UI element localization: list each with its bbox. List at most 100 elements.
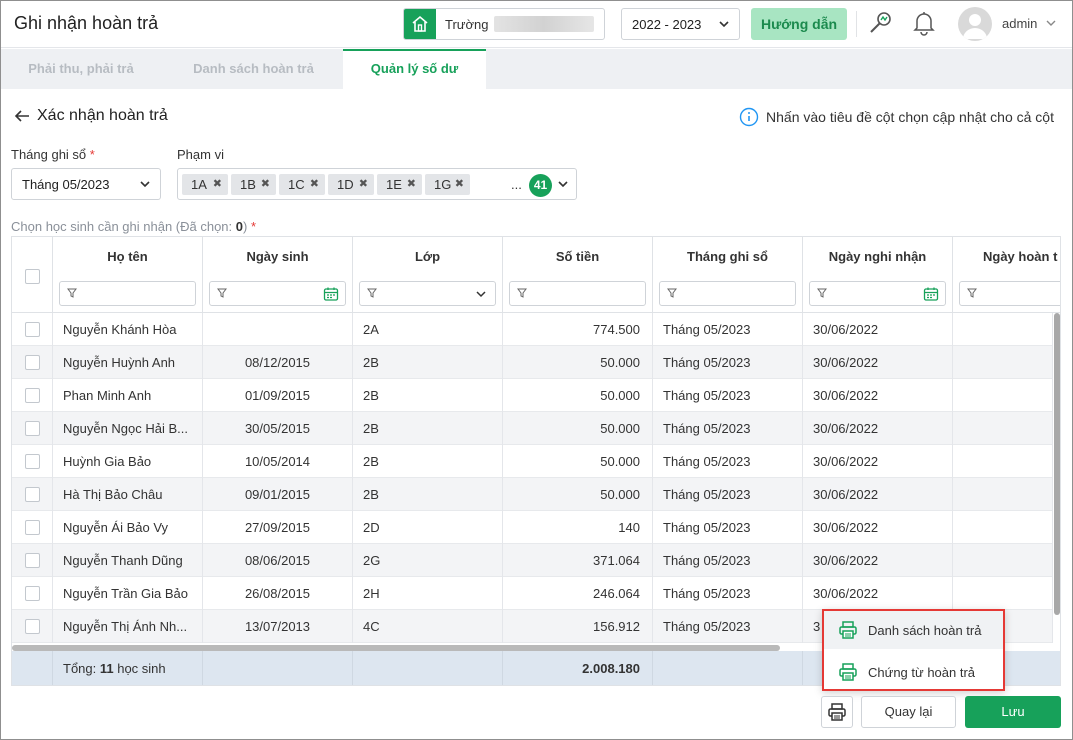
scope-chip[interactable]: 1B ✖ (231, 174, 276, 195)
avatar[interactable] (958, 7, 992, 41)
record-date-filter-input[interactable] (809, 281, 946, 306)
table-row[interactable]: Nguyễn Ái Bảo Vy 27/09/2015 2D 140 Tháng 05/… (12, 511, 1053, 544)
month-select[interactable]: Tháng 05/2023 (11, 168, 161, 200)
scope-chip[interactable]: 1A ✖ (182, 174, 228, 195)
scope-multiselect[interactable]: 1A ✖ 1B ✖ 1C ✖ 1D ✖ 1E ✖ 1G ✖ ... 41 (177, 168, 577, 200)
vertical-scrollbar[interactable] (1054, 313, 1060, 615)
column-month[interactable]: Tháng ghi sổ (653, 237, 803, 313)
column-dob[interactable]: Ngày sinh (203, 237, 353, 313)
row-checkbox[interactable] (24, 586, 40, 602)
guide-button[interactable]: Hướng dẫn (751, 8, 847, 40)
date-of-birth: 30/05/2015 (203, 412, 353, 445)
row-checkbox[interactable] (24, 322, 40, 338)
date-of-birth: 01/09/2015 (203, 379, 353, 412)
column-amount[interactable]: Số tiền (503, 237, 653, 313)
calendar-icon[interactable] (323, 286, 339, 302)
tab-receivables[interactable]: Phải thu, phải trả (1, 49, 161, 89)
save-button[interactable]: Lưu (965, 696, 1061, 728)
column-title[interactable]: Ngày hoàn t (953, 249, 1060, 264)
row-checkbox-cell (12, 544, 53, 577)
back-arrow-icon[interactable] (13, 107, 31, 125)
scope-chip[interactable]: 1E ✖ (377, 174, 422, 195)
row-checkbox[interactable] (24, 454, 40, 470)
search-tool-icon[interactable] (867, 9, 895, 37)
table-row[interactable]: Nguyễn Ngọc Hải B... 30/05/2015 2B 50.000 Th… (12, 412, 1053, 445)
user-name[interactable]: admin (1002, 16, 1037, 31)
table-row[interactable]: Huỳnh Gia Bảo 10/05/2014 2B 50.000 Tháng 05/… (12, 445, 1053, 478)
row-checkbox[interactable] (24, 355, 40, 371)
top-header: Ghi nhận hoàn trả Trường 2022 - 2023 Hướ… (1, 1, 1072, 48)
record-month: Tháng 05/2023 (653, 313, 803, 346)
student-name: Nguyễn Khánh Hòa (53, 313, 203, 346)
school-year-select[interactable]: 2022 - 2023 (621, 8, 740, 40)
table-row[interactable]: Nguyễn Trần Gia Bảo 26/08/2015 2H 246.064 Th… (12, 577, 1053, 610)
back-button[interactable]: Quay lại (861, 696, 956, 728)
row-checkbox[interactable] (24, 421, 40, 437)
chevron-down-icon[interactable] (556, 177, 570, 191)
remove-chip-icon[interactable]: ✖ (310, 174, 319, 195)
class-name: 2B (353, 478, 503, 511)
remove-chip-icon[interactable]: ✖ (359, 174, 368, 195)
printer-icon (839, 621, 857, 639)
table-row[interactable]: Nguyễn Khánh Hòa 2A 774.500 Tháng 05/2023 30… (12, 313, 1053, 346)
table-row[interactable]: Phan Minh Anh 01/09/2015 2B 50.000 Tháng 05/… (12, 379, 1053, 412)
print-button[interactable] (821, 696, 853, 728)
column-class[interactable]: Lớp (353, 237, 503, 313)
column-name[interactable]: Họ tên (53, 237, 203, 313)
scope-chip[interactable]: 1G ✖ (425, 174, 470, 195)
footer-blank (12, 651, 53, 685)
tab-bar: Phải thu, phải trả Danh sách hoàn trả Qu… (1, 49, 1072, 89)
column-title[interactable]: Ngày sinh (203, 249, 352, 264)
remove-chip-icon[interactable]: ✖ (261, 174, 270, 195)
class-name: 2D (353, 511, 503, 544)
amount-filter-input[interactable] (509, 281, 646, 306)
remove-chip-icon[interactable]: ✖ (455, 174, 464, 195)
class-name: 2G (353, 544, 503, 577)
column-title[interactable]: Họ tên (53, 249, 202, 264)
chip-label: 1A (191, 177, 207, 192)
scope-chip[interactable]: 1D ✖ (328, 174, 374, 195)
tab-refund-list[interactable]: Danh sách hoàn trả (171, 49, 336, 89)
column-refund-date[interactable]: Ngày hoàn t (953, 237, 1060, 313)
scope-chip[interactable]: 1C ✖ (279, 174, 325, 195)
bell-icon[interactable] (911, 9, 937, 37)
chevron-down-icon[interactable] (1045, 17, 1057, 29)
chip-label: 1B (240, 177, 256, 192)
column-title[interactable]: Tháng ghi sổ (653, 249, 802, 264)
column-title[interactable]: Lớp (353, 249, 502, 264)
name-filter-input[interactable] (59, 281, 196, 306)
column-record-date[interactable]: Ngày nghi nhận (803, 237, 953, 313)
row-checkbox[interactable] (24, 520, 40, 536)
app-window: Ghi nhận hoàn trả Trường 2022 - 2023 Hướ… (0, 0, 1073, 740)
select-all-checkbox[interactable] (25, 269, 40, 284)
table-row[interactable]: Nguyễn Huỳnh Anh 08/12/2015 2B 50.000 Tháng … (12, 346, 1053, 379)
tab-balance-management[interactable]: Quản lý số dư (343, 49, 486, 89)
table-row[interactable]: Nguyễn Thanh Dũng 08/06/2015 2G 371.064 Thán… (12, 544, 1053, 577)
class-filter-select[interactable] (359, 281, 496, 306)
refund-date-filter-input[interactable] (959, 281, 1060, 306)
refund-date (953, 346, 1053, 379)
remove-chip-icon[interactable]: ✖ (407, 174, 416, 195)
row-checkbox[interactable] (24, 553, 40, 569)
school-selector[interactable]: Trường (403, 8, 605, 40)
dob-filter-input[interactable] (209, 281, 346, 306)
chip-label: 1C (288, 177, 305, 192)
column-title[interactable]: Ngày nghi nhận (803, 249, 952, 264)
total-suffix: học sinh (113, 661, 166, 676)
row-checkbox[interactable] (24, 487, 40, 503)
footer-blank (203, 651, 353, 685)
calendar-icon[interactable] (923, 286, 939, 302)
table-row[interactable]: Hà Thị Bảo Châu 09/01/2015 2B 50.000 Tháng 0… (12, 478, 1053, 511)
app-title: Ghi nhận hoàn trả (14, 13, 159, 33)
chevron-down-icon (140, 181, 150, 188)
print-refund-list-item[interactable]: Danh sách hoàn trả (824, 611, 1003, 649)
print-refund-voucher-item[interactable]: Chứng từ hoàn trả (824, 653, 1003, 691)
row-checkbox[interactable] (24, 619, 40, 635)
column-title[interactable]: Số tiền (503, 249, 652, 264)
month-filter-input[interactable] (659, 281, 796, 306)
date-of-birth: 13/07/2013 (203, 610, 353, 643)
row-checkbox[interactable] (24, 388, 40, 404)
remove-chip-icon[interactable]: ✖ (213, 174, 222, 195)
total-prefix: Tổng: (63, 661, 100, 676)
row-checkbox-cell (12, 610, 53, 643)
